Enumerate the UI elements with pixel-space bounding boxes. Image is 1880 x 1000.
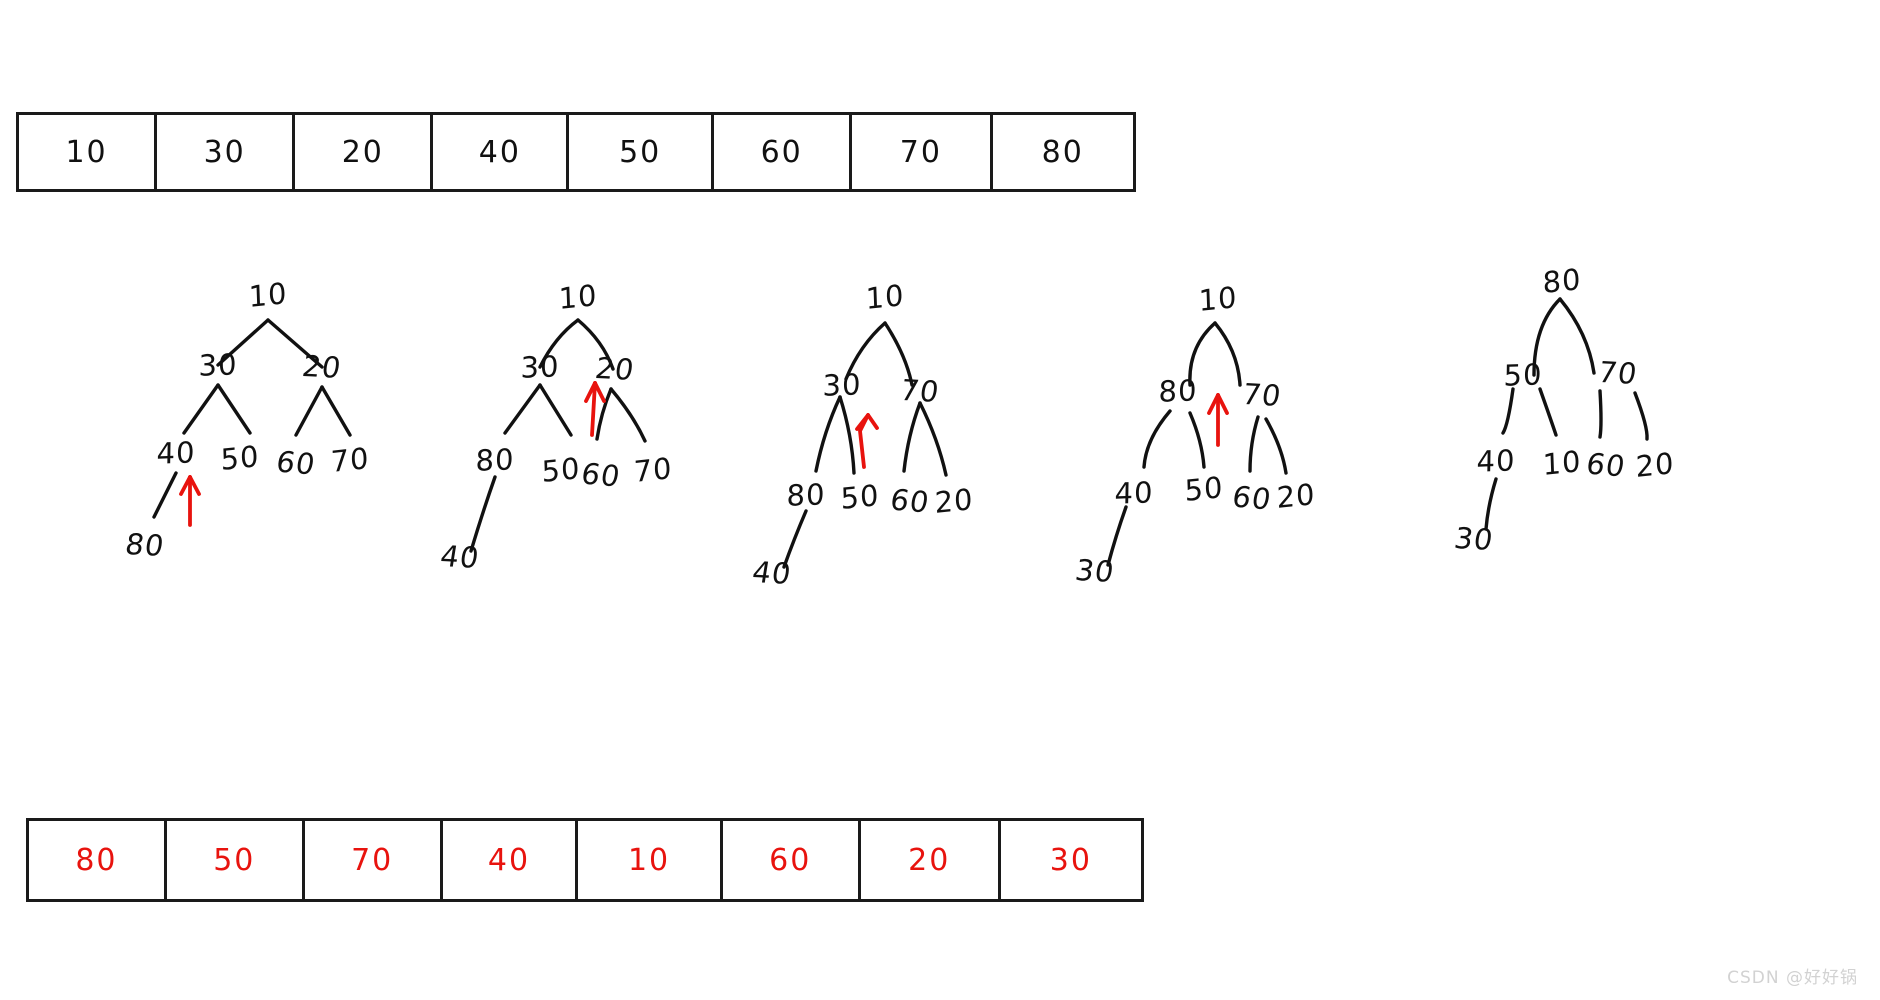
tree-edges [1484,297,1649,531]
tree-node: 10 [1542,443,1582,483]
tree-node: 40 [1476,443,1516,479]
array-cell: 20 [295,115,434,189]
tree-node-root: 10 [865,277,905,317]
tree-step-2: 10 30 20 80 50 60 70 40 [438,255,755,595]
tree-node: 50 [541,450,581,490]
tree-node: 20 [1635,445,1675,485]
array-cell: 30 [1049,842,1092,878]
tree-node: 80 [475,442,515,478]
tree-node-root: 10 [558,277,598,317]
tree-node: 80 [1158,373,1198,409]
tree-edges [152,318,352,527]
tree-step-1: 10 30 20 40 50 60 70 80 [123,255,450,595]
tree-node: 70 [897,373,943,409]
tree-node: 40 [749,555,795,591]
array-cell: 10 [578,821,723,899]
tree-node: 20 [1276,476,1316,516]
tree-node: 70 [330,440,370,480]
tree-node: 50 [840,477,880,517]
tree-step-3: 10 30 70 80 50 60 20 40 [740,255,1040,595]
tree-node: 20 [592,351,638,387]
tree-node: 30 [198,347,238,383]
tree-node: 30 [1072,553,1118,589]
tree-step-4: 10 80 70 40 50 60 20 30 [1040,255,1340,595]
array-cell: 50 [569,115,715,189]
array-cell: 40 [443,821,579,899]
array-cell: 70 [852,115,993,189]
tree-edges [469,318,647,553]
tree-node: 30 [822,367,862,403]
tree-node-root: 80 [1542,261,1582,301]
tree-node: 70 [1595,355,1641,391]
tree-node: 70 [633,450,673,490]
tree-node-root: 10 [1198,279,1238,319]
initial-array: 10 30 20 40 50 60 70 80 [16,112,1136,192]
tree-node: 50 [220,438,260,478]
array-cell: 70 [305,821,443,899]
array-cell: 60 [714,115,853,189]
tree-node: 30 [1451,521,1497,557]
tree-node: 60 [578,456,624,494]
tree-node: 40 [437,539,483,575]
resulting-array: 80 50 70 40 10 60 20 30 [26,818,1144,902]
csdn-watermark: CSDN @好好锅 [1727,968,1858,988]
tree-node: 20 [934,481,974,521]
tree-node: 50 [1184,469,1224,509]
array-cell: 80 [29,821,167,899]
tree-node: 80 [786,477,826,513]
array-cell: 30 [157,115,296,189]
tree-node: 40 [1114,475,1154,511]
tree-node: 60 [887,482,933,520]
array-cell: 60 [723,821,861,899]
array-cell: 80 [1041,134,1084,170]
array-cell: 40 [433,115,570,189]
array-cell: 10 [19,115,158,189]
tree-node: 30 [520,349,560,385]
tree-node-root: 10 [248,275,288,315]
tree-node: 50 [1503,357,1543,393]
array-cell: 20 [861,821,1001,899]
tree-node: 40 [156,435,196,471]
tree-node: 80 [122,527,168,563]
tree-node: 70 [1239,377,1285,413]
tree-node: 60 [1583,446,1629,484]
tree-node: 20 [299,349,345,385]
tree-node: 60 [273,444,319,482]
tree-node: 60 [1229,479,1275,517]
tree-step-5: 80 50 70 40 10 60 20 30 [1330,255,1675,595]
array-cell: 50 [167,821,305,899]
